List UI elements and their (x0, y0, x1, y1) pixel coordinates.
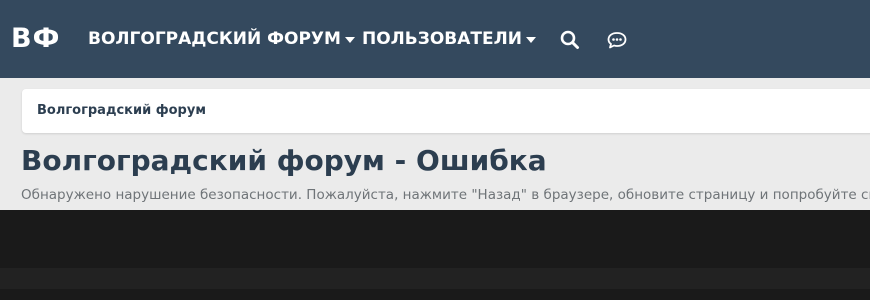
search-icon[interactable] (559, 29, 581, 51)
page-title: Волгоградский форум - Ошибка (21, 144, 547, 177)
nav-forum-menu[interactable]: ВОЛГОГРАДСКИЙ ФОРУМ (88, 28, 355, 50)
caret-down-icon (344, 37, 355, 43)
error-message: Обнаружено нарушение безопасности. Пожал… (21, 187, 870, 203)
nav-users-menu[interactable]: ПОЛЬЗОВАТЕЛИ (362, 28, 536, 50)
breadcrumb: Волгоградский форум (22, 89, 870, 133)
chat-bubble-icon[interactable] (606, 29, 628, 51)
nav-forum-label: ВОЛГОГРАДСКИЙ ФОРУМ (88, 29, 341, 49)
nav-users-label: ПОЛЬЗОВАТЕЛИ (362, 29, 522, 49)
breadcrumb-home-link[interactable]: Волгоградский форум (37, 103, 206, 118)
top-navbar: ВФ ВОЛГОГРАДСКИЙ ФОРУМ ПОЛЬЗОВАТЕЛИ (0, 0, 870, 78)
footer-bottom-strip (0, 268, 870, 289)
caret-down-icon (525, 37, 536, 43)
site-logo[interactable]: ВФ (11, 22, 60, 56)
